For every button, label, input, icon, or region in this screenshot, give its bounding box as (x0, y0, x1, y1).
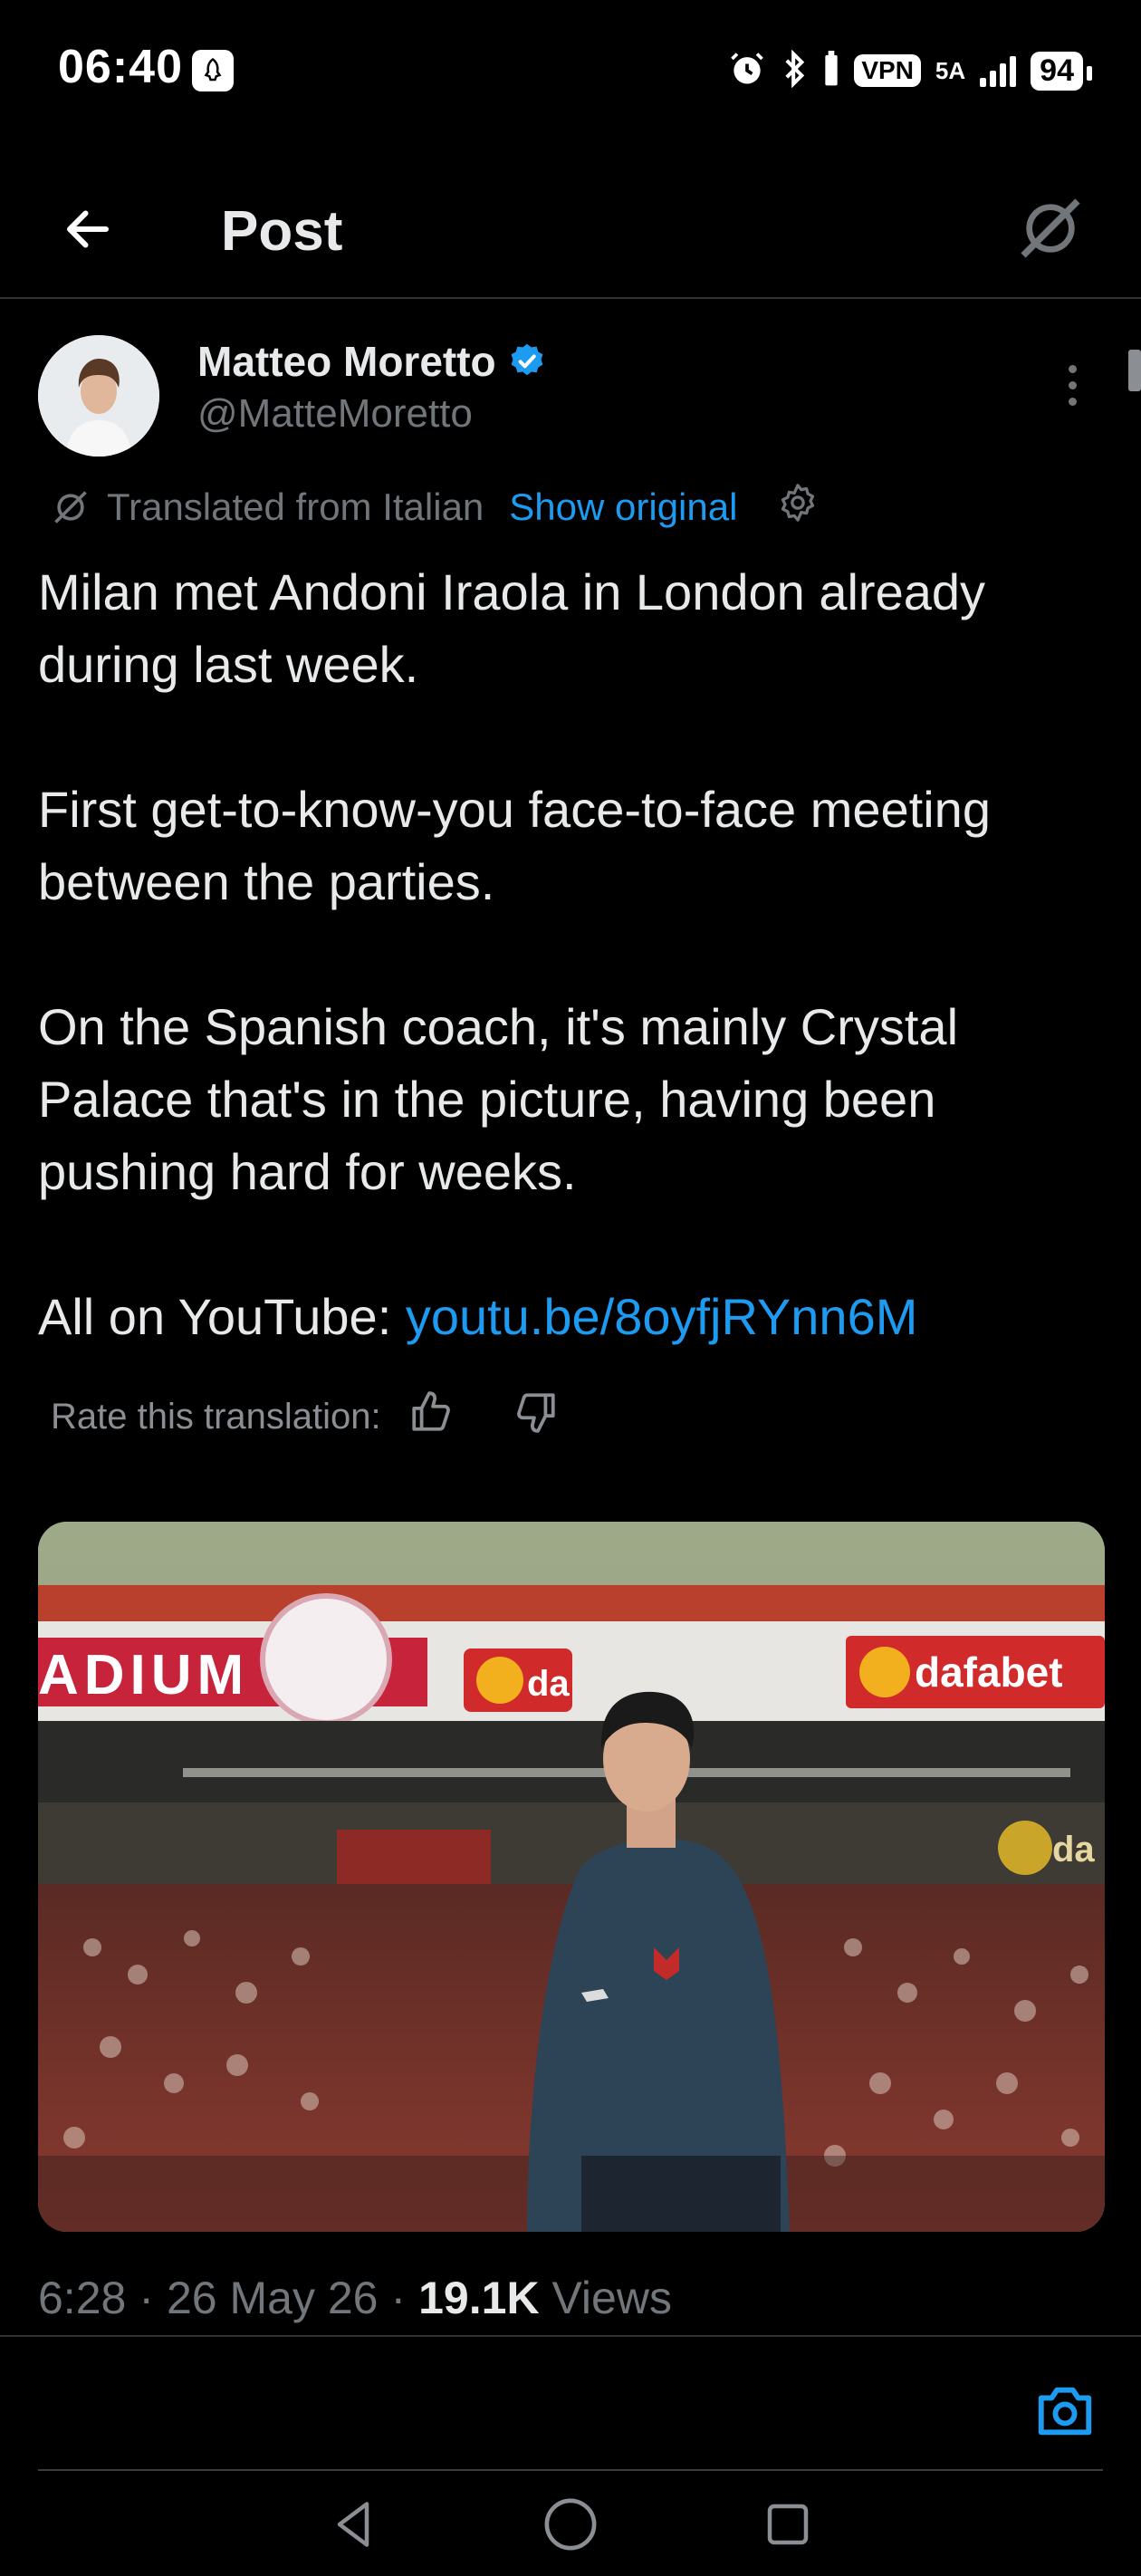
camera-icon (1038, 2387, 1092, 2436)
circle-home-icon (544, 2498, 597, 2551)
reply-composer (0, 2337, 1141, 2473)
grok-icon (1021, 198, 1080, 258)
stadium-photo: ADIUM da dafabet da (38, 1522, 1105, 2232)
nav-back-button[interactable] (312, 2484, 394, 2565)
tweet-time: 6:28 (38, 2273, 127, 2323)
banner-sponsor-text: dafabet (915, 1648, 1063, 1696)
meta-separator: · (390, 2273, 407, 2323)
arrow-left-icon (67, 210, 109, 248)
translated-from-label: Translated from Italian (107, 485, 484, 528)
tweet-paragraph: First get-to-know-you face-to-face meeti… (38, 781, 991, 910)
top-app-bar: Post (0, 152, 1141, 299)
status-icons: VPN 5A 94 (727, 45, 1092, 96)
translation-bar: Translated from Italian Show original (51, 480, 819, 534)
more-vertical-icon (1068, 364, 1077, 373)
author-name[interactable]: Matteo Moretto (197, 337, 496, 386)
nav-home-button[interactable] (530, 2484, 611, 2565)
tweet-link-paragraph: All on YouTube: youtu.be/8oyfjRYnn6M (38, 1281, 1116, 1353)
vpn-badge: VPN (854, 54, 921, 87)
tweet-date: 26 May 26 (166, 2273, 379, 2323)
page-title: Post (221, 200, 343, 263)
back-button[interactable] (47, 188, 129, 270)
translation-settings-button[interactable] (777, 482, 819, 533)
author-name-row[interactable]: Matteo Moretto (197, 337, 547, 386)
gear-icon (781, 484, 815, 522)
reply-input[interactable] (38, 2355, 998, 2446)
bluetooth-icon (781, 49, 809, 93)
meta-separator: · (139, 2273, 154, 2323)
banner-mid-text: da (527, 1664, 570, 1704)
banner-lower-text: da (1052, 1830, 1095, 1870)
thumbs-down-button[interactable] (513, 1389, 559, 1444)
views-label: Views (551, 2273, 672, 2323)
views-count[interactable]: 19.1K (418, 2273, 539, 2323)
battery-level: 94 (1031, 51, 1092, 91)
scrollbar-thumb[interactable] (1128, 350, 1141, 391)
translate-icon (54, 491, 87, 524)
rocket-notification-icon (192, 50, 234, 91)
show-original-link[interactable]: Show original (509, 485, 737, 529)
square-recents-icon (767, 2504, 809, 2545)
avatar[interactable] (38, 335, 159, 457)
status-time: 06:40 (58, 41, 183, 93)
avatar-image (38, 335, 159, 457)
signal-icon (980, 54, 1017, 87)
tweet-media-image[interactable]: ADIUM da dafabet da (38, 1522, 1105, 2232)
thumbs-down-icon (516, 1393, 555, 1433)
battery-saver-icon (823, 50, 839, 91)
tweet-paragraph: On the Spanish coach, it's mainly Crysta… (38, 998, 959, 1200)
thumbs-up-button[interactable] (408, 1389, 454, 1444)
link-prefix: All on YouTube: (38, 1288, 406, 1345)
author-handle[interactable]: @MatteMoretto (197, 391, 473, 437)
triangle-back-icon (337, 2502, 369, 2547)
tweet-body: Milan met Andoni Iraola in London alread… (38, 556, 1116, 1353)
network-type: 5A (935, 57, 966, 84)
nav-recents-button[interactable] (747, 2484, 829, 2565)
status-bar: 06:40 VPN 5A 94 (0, 0, 1141, 136)
grok-button[interactable] (1005, 183, 1096, 274)
youtube-link[interactable]: youtu.be/8oyfjRYnn6M (406, 1288, 918, 1345)
rate-translation-label: Rate this translation: (51, 1396, 381, 1437)
thumbs-up-icon (412, 1391, 450, 1431)
verified-badge-icon (511, 343, 543, 376)
divider (38, 2469, 1103, 2471)
tweet-paragraph: Milan met Andoni Iraola in London alread… (38, 563, 986, 693)
alarm-icon (727, 49, 767, 93)
system-nav-bar (0, 2473, 1141, 2576)
banner-stadium-text: ADIUM (38, 1644, 249, 1706)
camera-button[interactable] (1027, 2373, 1103, 2449)
tweet-meta: 6:28 · 26 May 26 · 19.1K Views (38, 2272, 672, 2324)
rate-translation-row: Rate this translation: (51, 1389, 559, 1444)
more-options-button[interactable] (1045, 353, 1099, 417)
